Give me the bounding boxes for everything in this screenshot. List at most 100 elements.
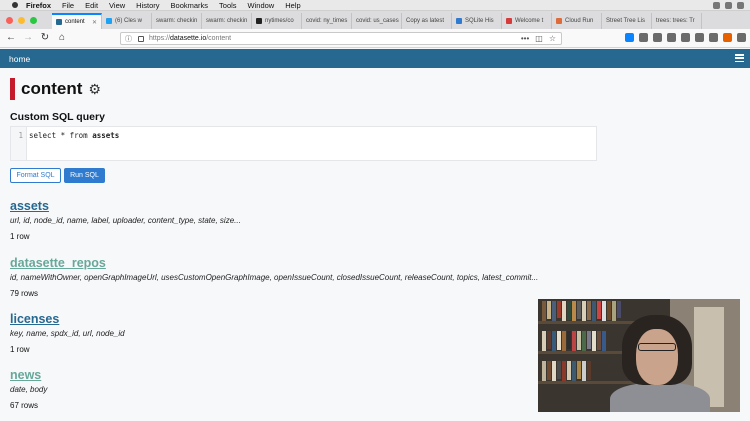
menu-help[interactable]: Help	[285, 1, 300, 10]
table-row-count: 1 row	[10, 232, 30, 241]
page-title: content	[21, 79, 83, 98]
webcam-overlay	[538, 299, 740, 412]
books	[542, 331, 606, 351]
sql-editor[interactable]: 1 select * from assets	[10, 126, 597, 161]
tab-label: Copy as latest	[406, 18, 445, 24]
menu-firefox[interactable]: Firefox	[26, 1, 51, 10]
tab-label: (6) Cles w	[115, 18, 143, 24]
pocket-icon[interactable]: ◫	[535, 34, 543, 43]
lock-icon[interactable]	[138, 35, 144, 42]
apple-icon[interactable]	[12, 2, 18, 8]
tab-label: covid: ny_times	[306, 18, 348, 24]
tab-sqlite[interactable]: SQLite His	[452, 13, 502, 29]
title-accent-bar	[10, 78, 15, 100]
tab-label: swarm: checkin	[206, 18, 248, 24]
status-icon[interactable]	[725, 2, 732, 9]
forward-icon[interactable]: →	[22, 32, 34, 44]
tab-twitter[interactable]: (6) Cles w	[102, 13, 152, 29]
back-icon[interactable]: ←	[5, 32, 17, 44]
tab-label: Cloud Run	[565, 18, 594, 24]
extension-icon[interactable]	[681, 33, 690, 42]
tab-cloud-run[interactable]: Cloud Run	[552, 13, 602, 29]
menu-file[interactable]: File	[62, 1, 74, 10]
welcome-icon	[506, 18, 512, 24]
tab-content[interactable]: content ✕	[52, 13, 102, 29]
menu-bookmarks[interactable]: Bookmarks	[171, 1, 209, 10]
site-info-icon[interactable]: ⓘ	[125, 34, 132, 44]
menu-history[interactable]: History	[136, 1, 159, 10]
menu-tools[interactable]: Tools	[219, 1, 237, 10]
url-path: /content	[206, 35, 232, 42]
table-row-count: 1 row	[10, 345, 30, 354]
sql-keyword: select	[29, 131, 57, 140]
url-bar[interactable]: ⓘ https:// datasette.io /content ••• ◫ ☆	[120, 32, 562, 45]
status-icon[interactable]	[737, 2, 744, 9]
books	[542, 301, 621, 321]
glasses	[638, 343, 676, 351]
tab-label: content	[65, 19, 85, 25]
extension-icon[interactable]	[667, 33, 676, 42]
tab-covid-2[interactable]: covid: us_cases	[352, 13, 402, 29]
url-host: datasette.io	[170, 35, 207, 42]
twitter-icon	[106, 18, 112, 24]
table-row-count: 79 rows	[10, 289, 39, 298]
tab-welcome[interactable]: Welcome t	[502, 13, 552, 29]
extension-icon[interactable]	[695, 33, 704, 42]
table-columns: key, name, spdx_id, url, node_id	[10, 329, 125, 338]
window-controls	[6, 17, 37, 24]
sql-text: * from	[56, 131, 93, 140]
download-icon[interactable]	[625, 33, 634, 42]
sql-code[interactable]: select * from assets	[29, 131, 119, 140]
table-link[interactable]: licenses	[10, 312, 125, 326]
tab-label: SQLite His	[465, 18, 494, 24]
tab-label: trees: trees: Tr	[656, 18, 695, 24]
sidebar-icon[interactable]	[653, 33, 662, 42]
table-row-count: 67 rows	[10, 401, 39, 410]
home-link[interactable]: home	[9, 54, 30, 64]
tab-street-tree[interactable]: Street Tree Lis	[602, 13, 652, 29]
tab-github[interactable]: nytimes/co	[252, 13, 302, 29]
cloud-icon	[556, 18, 562, 24]
close-tab-icon[interactable]: ✕	[92, 19, 97, 26]
zoom-window-icon[interactable]	[30, 17, 37, 24]
toolbar-icons	[625, 33, 746, 42]
menu-view[interactable]: View	[109, 1, 125, 10]
menu-window[interactable]: Window	[248, 1, 275, 10]
menu-edit[interactable]: Edit	[85, 1, 98, 10]
tab-strip: content ✕ (6) Cles w swarm: checkin swar…	[0, 11, 750, 29]
format-sql-button[interactable]: Format SQL	[10, 168, 61, 183]
hamburger-menu-icon[interactable]	[735, 54, 744, 62]
tab-trees[interactable]: trees: trees: Tr	[652, 13, 702, 29]
home-icon[interactable]: ⌂	[56, 32, 68, 44]
tab-copy-latest[interactable]: Copy as latest	[402, 13, 452, 29]
table-link[interactable]: news	[10, 368, 47, 382]
table-link[interactable]: datasette_repos	[10, 256, 538, 270]
tab-label: Street Tree Lis	[606, 18, 646, 24]
menu-icon[interactable]	[737, 33, 746, 42]
status-icon[interactable]	[713, 2, 720, 9]
sqlite-icon	[456, 18, 462, 24]
library-icon[interactable]	[639, 33, 648, 42]
reload-icon[interactable]: ↻	[39, 32, 51, 44]
tab-covid-1[interactable]: covid: ny_times	[302, 13, 352, 29]
extension-icon[interactable]	[709, 33, 718, 42]
tab-label: nytimes/co	[265, 18, 294, 24]
run-sql-button[interactable]: Run SQL	[64, 168, 105, 183]
sql-table-name: assets	[92, 131, 120, 140]
extension-icon[interactable]	[723, 33, 732, 42]
table-columns: date, body	[10, 385, 48, 394]
close-window-icon[interactable]	[6, 17, 13, 24]
table-link[interactable]: assets	[10, 199, 241, 213]
gear-icon[interactable]: ⚙	[88, 82, 101, 96]
books	[542, 361, 591, 381]
table-columns: id, nameWithOwner, openGraphImageUrl, us…	[10, 273, 539, 282]
table-item: datasette_repos id, nameWithOwner, openG…	[10, 256, 538, 298]
url-actions: ••• ◫ ☆	[521, 34, 556, 43]
table-item: news date, body 67 rows	[10, 368, 47, 410]
bookmark-star-icon[interactable]: ☆	[549, 34, 556, 43]
minimize-window-icon[interactable]	[18, 17, 25, 24]
tab-swarm-2[interactable]: swarm: checkin	[202, 13, 252, 29]
person-shirt	[610, 383, 710, 412]
page-actions-icon[interactable]: •••	[521, 34, 529, 43]
tab-swarm-1[interactable]: swarm: checkin	[152, 13, 202, 29]
